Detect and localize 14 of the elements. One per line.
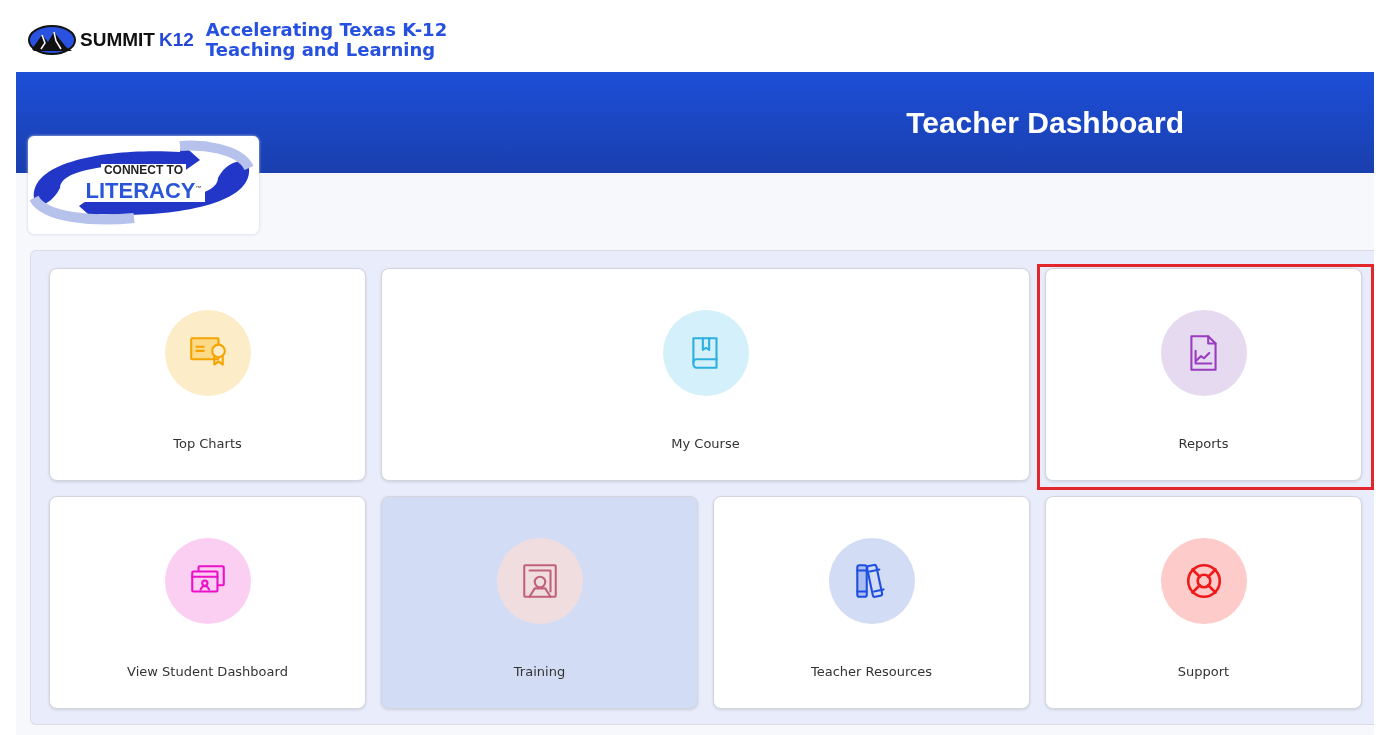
tagline: Teaching and Learning: [205, 40, 437, 60]
dashboard-tile[interactable]: Top Charts: [49, 268, 366, 481]
dashboard-tile[interactable]: My Course: [381, 268, 1030, 481]
logo-text: CONNECT TO: [100, 164, 187, 177]
dashboard-tile[interactable]: Teacher Resources: [713, 496, 1030, 709]
brand-suffix: K12: [158, 29, 194, 51]
brand-name: SUMMIT: [80, 29, 155, 51]
dashboard-tile[interactable]: Reports: [1045, 268, 1362, 481]
page-title: Teacher Dashboard: [906, 105, 1184, 140]
tagline: Accelerating Texas K-12: [205, 20, 448, 40]
mountain-logo-icon: [28, 25, 76, 55]
dashboard-tile[interactable]: View Student Dashboard: [49, 496, 366, 709]
dashboard-tile[interactable]: Training: [381, 496, 698, 709]
dashboard-tile[interactable]: Support: [1045, 496, 1362, 709]
